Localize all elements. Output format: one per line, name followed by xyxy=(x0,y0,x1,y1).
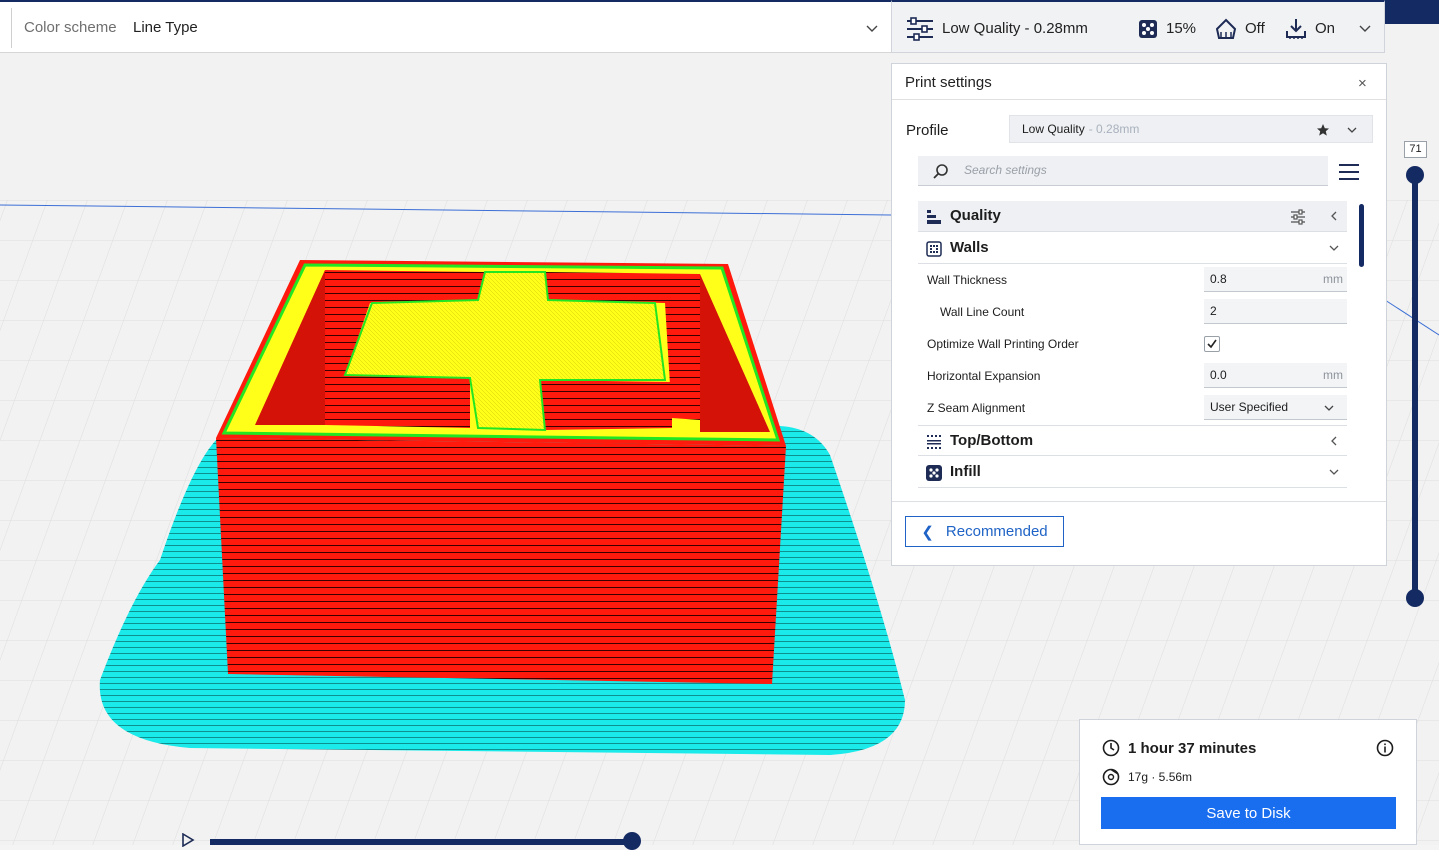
close-icon[interactable]: × xyxy=(1358,75,1367,92)
color-scheme-label: Color scheme xyxy=(24,19,117,36)
settings-scrollbar[interactable] xyxy=(1359,204,1364,267)
category-label: Walls xyxy=(950,239,989,256)
layer-slider-bottom-handle[interactable] xyxy=(1406,589,1424,607)
setting-horizontal-expansion: Horizontal Expansion 0.0 mm xyxy=(918,360,1347,392)
infill-summary[interactable]: 15% xyxy=(1138,2,1196,55)
adhesion-icon xyxy=(1286,18,1306,39)
quality-summary[interactable]: Low Quality - 0.28mm xyxy=(906,2,1088,55)
category-label: Quality xyxy=(950,207,1001,224)
setting-wall-line-count: Wall Line Count 2 xyxy=(918,296,1347,328)
clock-icon xyxy=(1102,739,1120,757)
chevron-left-icon[interactable] xyxy=(1328,435,1340,447)
chevron-down-icon xyxy=(1324,405,1334,411)
optimize-wall-order-checkbox[interactable] xyxy=(1204,336,1220,352)
adhesion-summary[interactable]: On xyxy=(1285,2,1335,55)
field-value: 0.8 xyxy=(1210,272,1227,286)
field-unit: mm xyxy=(1323,368,1343,382)
chevron-left-icon[interactable] xyxy=(1328,210,1340,222)
chevron-down-icon[interactable] xyxy=(1358,21,1372,35)
menu-icon[interactable] xyxy=(1338,162,1360,182)
spool-icon xyxy=(1102,768,1120,786)
quality-icon xyxy=(927,210,941,224)
field-value: 2 xyxy=(1210,304,1217,318)
print-estimate-panel: 1 hour 37 minutes 17g · 5.56m Save to Di… xyxy=(1079,719,1417,845)
chevron-down-icon[interactable] xyxy=(1328,242,1340,254)
setting-label: Optimize Wall Printing Order xyxy=(927,337,1079,351)
simulation-progress-handle[interactable] xyxy=(623,832,641,850)
category-walls[interactable]: Walls xyxy=(918,233,1347,264)
search-icon xyxy=(933,164,948,179)
category-top-bottom[interactable]: Top/Bottom xyxy=(918,425,1347,456)
category-quality[interactable]: Quality xyxy=(918,201,1347,232)
chevron-down-icon[interactable] xyxy=(1328,466,1340,478)
setting-label: Wall Line Count xyxy=(940,305,1025,319)
setting-label: Wall Thickness xyxy=(927,273,1008,287)
print-time: 1 hour 37 minutes xyxy=(1128,740,1257,757)
horizontal-expansion-field[interactable]: 0.0 mm xyxy=(1204,363,1347,388)
field-value: User Specified xyxy=(1210,400,1289,414)
infill-icon xyxy=(1139,19,1157,38)
layer-slider-top-handle[interactable] xyxy=(1406,166,1424,184)
walls-icon xyxy=(926,241,942,257)
support-value: Off xyxy=(1245,20,1265,37)
field-unit: mm xyxy=(1323,272,1343,286)
category-infill[interactable]: Infill xyxy=(918,457,1347,488)
support-icon xyxy=(1215,18,1237,39)
star-icon[interactable] xyxy=(1316,123,1330,137)
category-label: Top/Bottom xyxy=(950,432,1034,449)
model-front-wall xyxy=(216,438,786,684)
top-bottom-icon xyxy=(927,435,941,449)
save-to-disk-button[interactable]: Save to Disk xyxy=(1101,797,1396,829)
infill-icon xyxy=(926,465,942,481)
divider xyxy=(892,99,1386,100)
panel-title: Print settings xyxy=(905,74,992,91)
wall-thickness-field[interactable]: 0.8 mm xyxy=(1204,267,1347,292)
field-value: 0.0 xyxy=(1210,368,1227,382)
profile-label: Profile xyxy=(906,122,949,139)
chevron-down-icon[interactable] xyxy=(1346,124,1358,136)
setting-wall-thickness: Wall Thickness 0.8 mm xyxy=(918,264,1347,296)
sliders-icon xyxy=(907,16,933,41)
settings-list[interactable]: Quality Walls Wall Thickness 0.8 mm Wall… xyxy=(918,201,1348,501)
layer-number-badge[interactable]: 71 xyxy=(1404,141,1427,158)
setting-label: Horizontal Expansion xyxy=(927,369,1041,383)
sliders-icon[interactable] xyxy=(1290,209,1306,225)
chevron-left-icon: ❮ xyxy=(921,523,934,541)
divider xyxy=(11,8,12,48)
setting-z-seam-alignment: Z Seam Alignment User Specified xyxy=(918,392,1347,424)
infill-value: 15% xyxy=(1166,20,1197,37)
layer-slider-track[interactable] xyxy=(1412,175,1418,598)
search-settings[interactable] xyxy=(918,156,1328,186)
setting-label: Z Seam Alignment xyxy=(927,401,1026,415)
z-seam-alignment-select[interactable]: User Specified xyxy=(1204,395,1347,420)
profile-name: Low Quality xyxy=(1022,122,1085,136)
print-settings-panel: Print settings × Profile Low Quality - 0… xyxy=(891,63,1387,566)
info-icon[interactable] xyxy=(1376,739,1394,757)
print-setup-selector[interactable]: Low Quality - 0.28mm 15% Off On xyxy=(891,0,1385,53)
simulation-progress-track[interactable] xyxy=(210,839,632,845)
color-scheme-value[interactable]: Line Type xyxy=(133,19,198,36)
chevron-down-icon[interactable] xyxy=(864,20,880,36)
divider xyxy=(892,501,1386,502)
setting-optimize-wall-order: Optimize Wall Printing Order xyxy=(918,328,1347,360)
adhesion-value: On xyxy=(1315,20,1336,37)
quality-label: Low Quality - 0.28mm xyxy=(942,20,1088,37)
profile-detail: - 0.28mm xyxy=(1088,122,1140,136)
material-usage: 17g · 5.56m xyxy=(1128,770,1193,784)
recommended-label: Recommended xyxy=(945,523,1048,540)
color-scheme-bar[interactable]: Color scheme Line Type xyxy=(0,0,891,53)
search-input[interactable] xyxy=(962,162,1306,178)
recommended-button[interactable]: ❮ Recommended xyxy=(905,516,1064,547)
window-corner xyxy=(1385,0,1439,24)
wall-line-count-field[interactable]: 2 xyxy=(1204,299,1347,324)
checkmark-icon xyxy=(1207,339,1217,349)
profile-dropdown[interactable]: Low Quality - 0.28mm xyxy=(1009,115,1373,143)
support-summary[interactable]: Off xyxy=(1215,2,1265,55)
category-label: Infill xyxy=(950,463,981,480)
